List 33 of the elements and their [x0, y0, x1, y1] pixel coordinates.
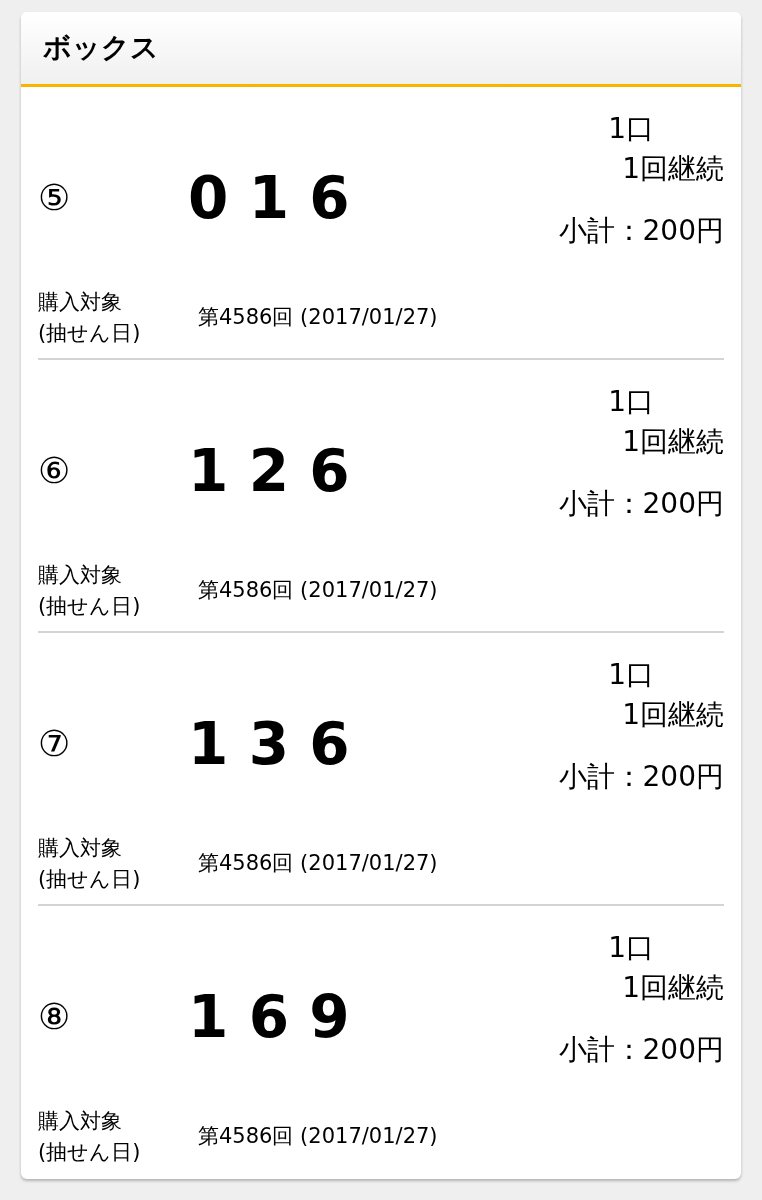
- subtotal-text: 小計：200円: [558, 759, 724, 795]
- target-label: 購入対象: [38, 1108, 123, 1135]
- panel-title: ボックス: [43, 30, 159, 66]
- continuation-text: 1回継続: [622, 970, 724, 1006]
- subtotal-text: 小計：200円: [558, 1032, 724, 1068]
- target-value: 第4586回 (2017/01/27): [198, 577, 438, 605]
- continuation-text: 1回継続: [622, 697, 724, 733]
- target-label: (抽せん日): [38, 593, 142, 620]
- target-label: (抽せん日): [38, 866, 142, 893]
- units-text: 1口: [608, 111, 655, 147]
- lottery-number: 126: [188, 435, 371, 507]
- continuation-text: 1回継続: [622, 151, 724, 187]
- target-label: (抽せん日): [38, 320, 142, 347]
- target-label: (抽せん日): [38, 1139, 142, 1166]
- target-value: 第4586回 (2017/01/27): [198, 304, 438, 332]
- lottery-number: 169: [188, 981, 371, 1053]
- units-text: 1口: [608, 930, 655, 966]
- units-text: 1口: [608, 384, 655, 420]
- target-value: 第4586回 (2017/01/27): [198, 1123, 438, 1151]
- entry-index: ⑥: [38, 449, 72, 493]
- target-label: 購入対象: [38, 562, 123, 589]
- entry-index: ⑤: [38, 176, 72, 220]
- continuation-text: 1回継続: [622, 424, 724, 460]
- entry-index: ⑧: [38, 995, 72, 1039]
- entry-index: ⑦: [38, 722, 72, 766]
- lottery-number: 016: [188, 162, 371, 234]
- subtotal-text: 小計：200円: [558, 486, 724, 522]
- units-text: 1口: [608, 657, 655, 693]
- target-label: 購入対象: [38, 289, 123, 316]
- subtotal-text: 小計：200円: [558, 213, 724, 249]
- lottery-number: 136: [188, 708, 371, 780]
- target-label: 購入対象: [38, 835, 123, 862]
- target-value: 第4586回 (2017/01/27): [198, 850, 438, 878]
